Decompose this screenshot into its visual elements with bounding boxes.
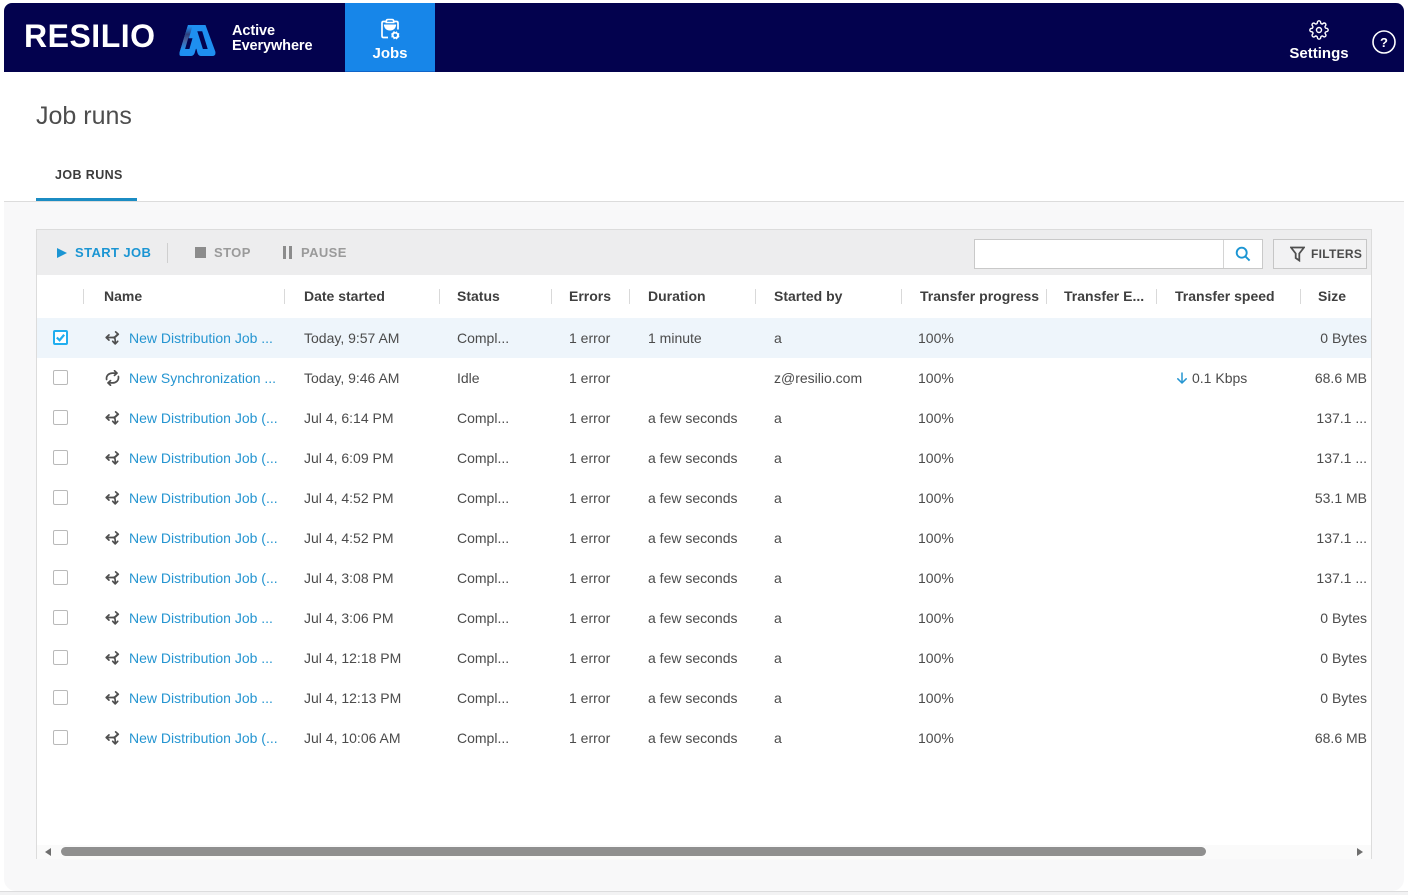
svg-text:?: ? bbox=[1380, 35, 1388, 50]
